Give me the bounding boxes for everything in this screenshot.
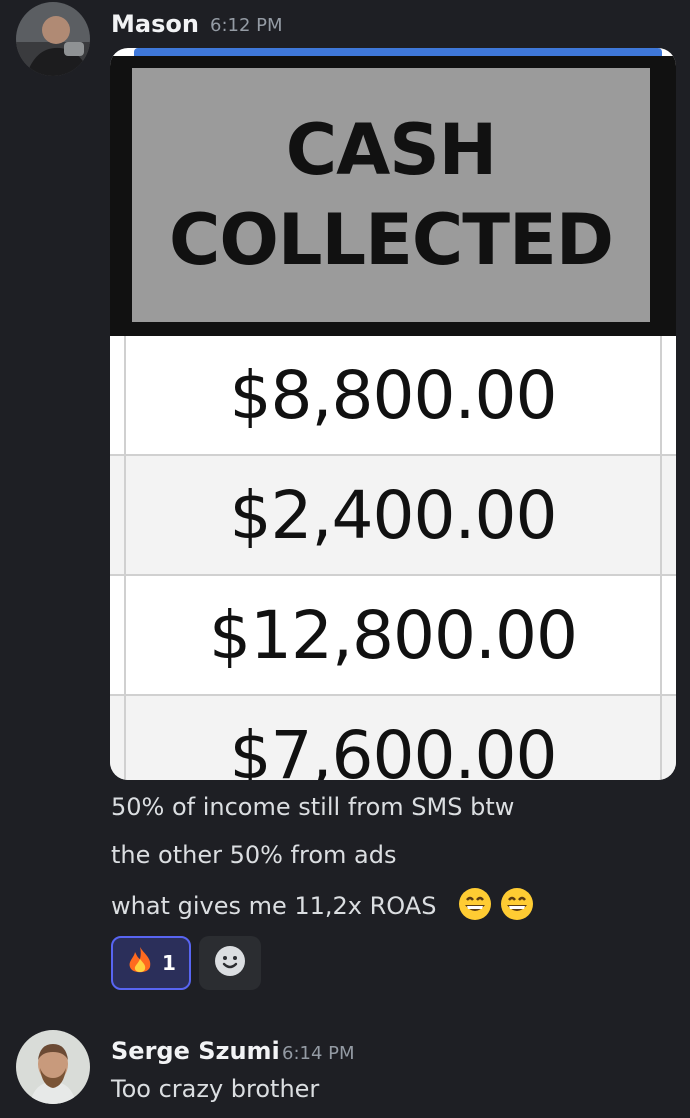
- message-timestamp: 6:12 PM: [210, 15, 283, 36]
- sheet-header: CASH COLLECTED: [126, 68, 656, 322]
- cell-value: $7,600.00: [229, 716, 558, 781]
- sheet-row: $8,800.00: [110, 336, 676, 456]
- fire-icon: [126, 946, 154, 980]
- chat-view: Mason 6:12 PM CASH COLLECTED $8,800.00 $…: [0, 0, 690, 1118]
- sheet-row: $2,400.00: [110, 456, 676, 576]
- reaction-count: 1: [162, 951, 176, 975]
- add-reaction-button[interactable]: [199, 936, 261, 990]
- sheet-row: $12,800.00: [110, 576, 676, 696]
- cell-value: $12,800.00: [209, 596, 578, 674]
- author-name[interactable]: Mason: [111, 10, 199, 38]
- message-line: the other 50% from ads: [111, 841, 397, 869]
- cell-value: $2,400.00: [229, 476, 558, 554]
- message-line: 50% of income still from SMS btw: [111, 793, 515, 821]
- sheet-header-frame: CASH COLLECTED: [110, 68, 676, 336]
- avatar[interactable]: [16, 2, 90, 76]
- cell-value: $8,800.00: [229, 356, 558, 434]
- message-line: what gives me 11,2x ROAS: [111, 892, 437, 920]
- smiley-icon: [214, 945, 246, 981]
- avatar[interactable]: [16, 1030, 90, 1104]
- message-line-with-emoji: what gives me 11,2x ROAS: [111, 887, 534, 927]
- message-line: Too crazy brother: [111, 1075, 320, 1103]
- image-attachment[interactable]: CASH COLLECTED $8,800.00 $2,400.00 $12,8…: [110, 48, 676, 780]
- sheet-top-bar: [134, 48, 662, 56]
- reaction-fire[interactable]: 1: [111, 936, 191, 990]
- grinning-face-emoji: [500, 887, 534, 927]
- author-name[interactable]: Serge Szumi: [111, 1037, 280, 1065]
- sheet-header-line-1: CASH: [285, 109, 498, 191]
- sheet-header-line-2: COLLECTED: [169, 199, 614, 281]
- sheet-row: $7,600.00: [110, 696, 676, 780]
- message-timestamp: 6:14 PM: [282, 1043, 355, 1064]
- grinning-face-emoji: [458, 887, 492, 927]
